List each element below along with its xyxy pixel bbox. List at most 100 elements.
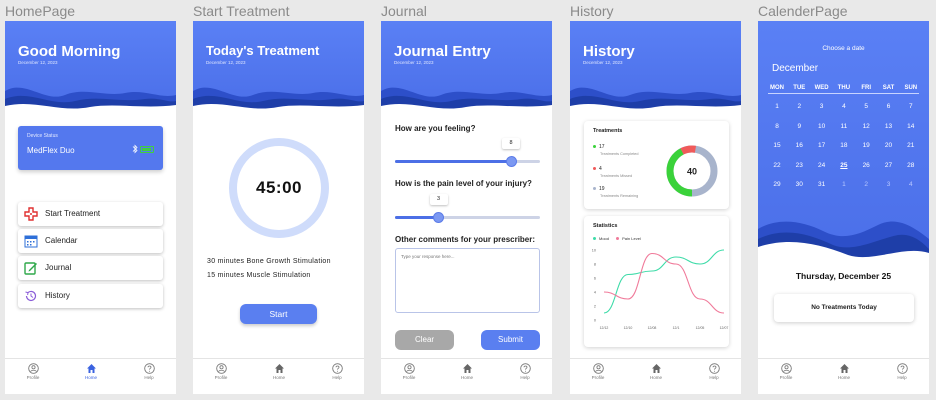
nav-label: Home: [837, 375, 850, 380]
bluetooth-icon: [132, 144, 138, 154]
calendar-day[interactable]: 1: [766, 103, 788, 110]
history-button[interactable]: History: [18, 284, 163, 308]
nav-help[interactable]: Help: [699, 363, 729, 380]
feeling-slider[interactable]: 8: [395, 138, 540, 167]
pain-slider[interactable]: 3: [395, 194, 540, 223]
page-date: December 12, 2023: [583, 60, 623, 65]
legend-dot-mood: [593, 237, 596, 241]
x-tick-label: 12/10: [624, 326, 633, 330]
nav-label: Profile: [26, 375, 40, 380]
treatment-screen: Today's Treatment December 12, 2023 45:0…: [193, 21, 364, 394]
page-date: December 12, 2023: [18, 60, 58, 65]
legend-dot: [593, 167, 596, 171]
nav-home[interactable]: Home: [452, 363, 482, 380]
profile-icon: [780, 363, 792, 374]
calendar-day[interactable]: 3: [811, 103, 833, 110]
calendar-day[interactable]: 14: [900, 123, 922, 130]
menu-label: History: [45, 291, 70, 300]
calendar-day[interactable]: 24: [811, 162, 833, 169]
weekday-header: MON: [770, 85, 784, 91]
nav-help[interactable]: Help: [134, 363, 164, 380]
calendar-day[interactable]: 29: [766, 181, 788, 188]
calendar-day[interactable]: 18: [833, 142, 855, 149]
nav-home[interactable]: Home: [264, 363, 294, 380]
calendar-day[interactable]: 15: [766, 142, 788, 149]
header: Today's Treatment December 12, 2023: [193, 21, 364, 113]
header: Journal Entry December 12, 2023: [381, 21, 552, 113]
header-wave: [570, 87, 741, 113]
comment-input[interactable]: [396, 249, 539, 312]
statistics-chart: 0 2 4 6 8 10 12/12 12/10 12/08 12/1 12/05 12/07: [592, 249, 729, 331]
feeling-question: How are you feeling?: [395, 124, 476, 133]
pain-question: How is the pain level of your injury?: [395, 179, 532, 188]
help-icon: [708, 363, 720, 374]
help-icon: [331, 363, 343, 374]
calendar-day[interactable]: 8: [766, 123, 788, 130]
nav-profile[interactable]: Profile: [771, 363, 801, 380]
history-icon: [25, 290, 37, 302]
nav-help[interactable]: Help: [887, 363, 917, 380]
weekday-header: SAT: [882, 85, 895, 91]
nav-help[interactable]: Help: [322, 363, 352, 380]
calendar-day[interactable]: 16: [788, 142, 810, 149]
nav-help[interactable]: Help: [510, 363, 540, 380]
nav-label: Home: [84, 375, 97, 380]
nav-label: Home: [460, 375, 473, 380]
calendar-day[interactable]: 11: [833, 123, 855, 130]
treatment-line-1: 30 minutes Bone Growth Stimulation: [207, 258, 331, 265]
calendar-day[interactable]: 4: [900, 181, 922, 188]
start-treatment-button[interactable]: Start Treatment: [18, 202, 163, 226]
calendar-button[interactable]: Calendar: [18, 229, 163, 253]
submit-button[interactable]: Submit: [481, 330, 540, 350]
comment-box: [395, 248, 540, 313]
calendar-day[interactable]: 13: [878, 123, 900, 130]
calendar-day[interactable]: 23: [788, 162, 810, 169]
journal-button[interactable]: Journal: [18, 256, 163, 280]
nav-home[interactable]: Home: [76, 363, 106, 380]
bottom-nav: Profile Home Help: [381, 358, 552, 394]
calendar-day[interactable]: 28: [900, 162, 922, 169]
home-icon: [86, 364, 96, 373]
calendar-day[interactable]: 6: [878, 103, 900, 110]
calendar-day[interactable]: 5: [855, 103, 877, 110]
calendar-day[interactable]: 25: [833, 162, 855, 169]
calendar-day[interactable]: 3: [878, 181, 900, 188]
calendar-day[interactable]: 22: [766, 162, 788, 169]
nav-home[interactable]: Home: [641, 363, 671, 380]
nav-home[interactable]: Home: [829, 363, 859, 380]
calendar-day[interactable]: 31: [811, 181, 833, 188]
calendar-day[interactable]: 7: [900, 103, 922, 110]
nav-profile[interactable]: Profile: [206, 363, 236, 380]
nav-profile[interactable]: Profile: [583, 363, 613, 380]
calendar-day[interactable]: 9: [788, 123, 810, 130]
start-button[interactable]: Start: [240, 304, 317, 324]
slider-knob[interactable]: [433, 212, 444, 223]
calendar-day[interactable]: 27: [878, 162, 900, 169]
clear-button[interactable]: Clear: [395, 330, 454, 350]
calendar-day[interactable]: 12: [855, 123, 877, 130]
calendar-day[interactable]: 17: [811, 142, 833, 149]
calendar-day[interactable]: 26: [855, 162, 877, 169]
no-treatments-card: No Treatments Today: [774, 294, 914, 322]
profile-icon: [27, 363, 39, 374]
nav-profile[interactable]: Profile: [394, 363, 424, 380]
calendar-day[interactable]: 21: [900, 142, 922, 149]
help-icon: [896, 363, 908, 374]
calendar-day[interactable]: 30: [788, 181, 810, 188]
calendar-day[interactable]: 10: [811, 123, 833, 130]
device-status-card[interactable]: Device Status MedFlex Duo: [18, 126, 163, 170]
calendar-day[interactable]: 19: [855, 142, 877, 149]
x-tick-label: 12/12: [600, 326, 609, 330]
calendar-day[interactable]: 2: [855, 181, 877, 188]
calendar-day[interactable]: 4: [833, 103, 855, 110]
y-tick-label: 8: [594, 263, 596, 267]
calendar-day[interactable]: 20: [878, 142, 900, 149]
header-wave: [193, 87, 364, 113]
nav-label: Help: [897, 375, 907, 380]
stat-label: Treatments Completed: [600, 152, 639, 156]
calendar-day[interactable]: 2: [788, 103, 810, 110]
calendar-day[interactable]: 1: [833, 181, 855, 188]
slider-knob[interactable]: [505, 156, 517, 167]
nav-profile[interactable]: Profile: [18, 363, 48, 380]
nav-label: Profile: [779, 375, 793, 380]
